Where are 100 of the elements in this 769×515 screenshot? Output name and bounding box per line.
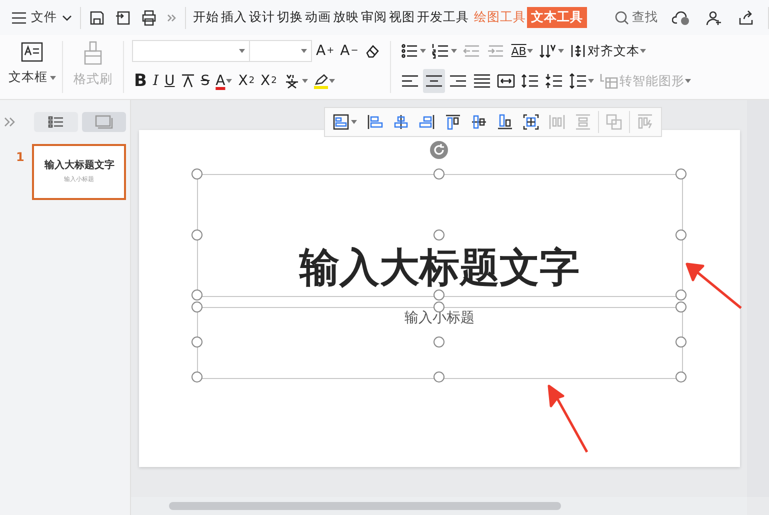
search-icon [615,10,629,24]
smart-graphic-icon [600,73,618,89]
resize-handle[interactable] [192,336,202,348]
export-icon [115,10,131,26]
resize-handle[interactable] [192,229,202,240]
resize-handle[interactable] [434,229,444,240]
distribute-icon [497,73,516,89]
align-right-icon [419,114,435,130]
indent-icon [487,43,506,59]
list-icon [48,116,64,128]
save-icon [89,10,105,26]
caret-icon [451,49,458,53]
resize-handle[interactable] [676,372,686,382]
caret-icon [50,76,56,80]
menu-icon [12,12,26,24]
caret-icon [301,49,307,53]
align-left-icon [367,114,383,130]
share-icon [738,10,754,26]
file-menu[interactable]: 文件 [10,7,74,28]
ribbon-tab[interactable]: 动画 [304,7,332,28]
resize-handle[interactable] [676,290,686,300]
resize-handle[interactable] [192,168,202,180]
cloud-icon [672,10,690,26]
ribbon-tab[interactable]: 审阅 [360,7,388,28]
underline-button[interactable]: U [162,69,177,93]
bullet-list-icon [401,43,420,59]
resize-handle[interactable] [676,336,686,348]
sup-button[interactable]: X$^{2}$ [236,69,257,93]
ribbon-tab[interactable]: 开发工具 [416,7,470,28]
bold-button[interactable]: B [132,69,149,93]
align-top-icon [445,114,461,130]
resize-handle[interactable] [676,229,686,240]
resize-handle[interactable] [676,168,686,180]
scroll-thumb[interactable] [169,502,561,510]
slides-icon [95,115,113,129]
ribbon-tab[interactable]: 切换 [276,7,304,28]
shrink-button[interactable]: A$^{−}$ [338,39,360,63]
caret-icon [640,49,646,53]
color-button[interactable]: A [214,69,234,93]
resize-handle[interactable] [676,302,686,312]
search-button[interactable]: 查找 [609,8,664,27]
ribbon-tab[interactable]: 插入 [220,7,248,28]
ribbon-tab[interactable]: 放映 [332,7,360,28]
highlighter-icon [314,74,328,88]
resize-handle[interactable] [434,372,444,382]
print-icon [141,10,157,26]
ribbon-tab[interactable]: 设计 [248,7,276,28]
italic-button[interactable]: I [150,69,160,93]
direction-button[interactable]: AB [509,39,536,63]
caret-icon [302,79,308,83]
grow-button[interactable]: A$^{+}$ [314,39,336,63]
align-center-icon [425,73,444,89]
caret-icon [328,79,335,83]
align-left-icon [401,73,420,89]
resize-handle[interactable] [192,302,202,312]
annotation-arrow [545,382,591,454]
align-middle-icon [471,114,487,130]
resize-handle[interactable] [192,372,202,382]
caret-icon [351,120,357,124]
justify-icon [473,73,492,89]
resize-handle[interactable] [434,168,444,180]
caret-icon [239,49,245,53]
align-center-icon [393,114,409,130]
align-right-icon [449,73,468,89]
ribbon-tab[interactable]: 开始 [192,7,220,28]
textbox-button[interactable]: 文本框 [6,39,58,99]
outdent-icon [463,43,482,59]
eraser-icon [364,43,380,59]
ribbon-tab[interactable]: 视图 [388,7,416,28]
numbered-list-icon [432,43,450,59]
vertical-align-icon [570,43,586,59]
resize-handle[interactable] [434,336,444,348]
resize-handle[interactable] [434,302,444,312]
line-spacing-icon [569,73,588,89]
overline-icon [180,73,195,89]
outline-view-tab[interactable] [34,112,78,132]
center-button[interactable] [423,69,446,93]
grid-icon [523,114,539,130]
line-spacing-icon [521,73,540,89]
strike-button[interactable]: S [198,69,212,93]
annotation-arrow [683,260,743,310]
caret-icon [558,49,564,53]
rotate-handle-icon[interactable] [430,141,448,159]
caret-icon [420,49,426,53]
align-bottom-icon [497,114,513,130]
thumbnail-title: 输入大标题文字 [44,158,114,172]
caret-icon [226,79,232,83]
caret-icon [588,79,594,83]
paragraph-spacing-icon [545,73,564,89]
distribute-vertical-icon [575,114,591,130]
slide-title: 输入大标题文字 [300,248,580,288]
vertical-scrollbar[interactable] [747,100,769,497]
slide-subtitle: 输入小标题 [404,309,474,327]
resize-handle[interactable] [192,290,202,300]
resize-handle[interactable] [434,290,444,300]
caret-icon [685,79,692,83]
horizontal-scrollbar[interactable] [131,497,747,515]
align-text-button[interactable]: 对齐文本 [568,39,648,63]
arrange-icon [637,114,653,130]
sort-icon [539,43,558,59]
